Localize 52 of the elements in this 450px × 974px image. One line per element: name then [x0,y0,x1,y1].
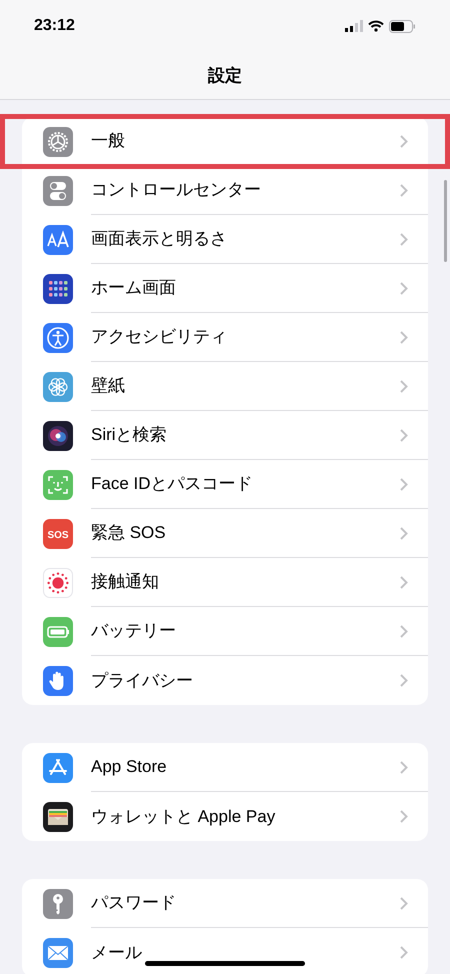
status-time: 23:12 [34,16,75,36]
setting-label[interactable]: 緊急 SOS [91,520,400,546]
chevron-icon [400,674,408,687]
orb-icon [43,420,73,450]
chevron-icon [400,428,408,442]
setting-label[interactable]: アクセシビリティ [91,324,400,350]
chevron-icon [400,232,408,246]
setting-label[interactable]: ウォレットと Apple Pay [91,804,400,830]
gear-icon [43,126,73,156]
signal-icon [345,20,363,32]
battery-icon [43,616,73,646]
chevron-icon [400,526,408,540]
setting-label[interactable]: バッテリー [91,618,400,644]
chevron-icon [400,184,408,196]
wifi-icon [368,20,384,32]
envelope-icon [43,938,73,968]
chevron-icon [400,624,408,638]
battery-status-icon [389,20,416,32]
sos-icon: SOS [43,518,73,548]
setting-label[interactable]: 一般 [91,128,400,154]
setting-label[interactable]: 画面表示と明るさ [91,226,400,252]
accessibility-icon [43,322,73,352]
toggles-icon [43,176,73,206]
setting-label[interactable]: Face IDとパスコード [91,471,400,497]
chevron-icon [400,760,408,774]
chevron-icon [400,478,408,490]
flower-icon [43,372,73,402]
chevron-icon [400,810,408,823]
setting-label[interactable]: 接触通知 [91,569,400,595]
setting-label[interactable]: コントロールセンター [91,177,400,203]
page-title: 設定 [208,64,242,87]
app-store-icon [43,752,73,782]
setting-label[interactable]: Siriと検索 [91,422,400,448]
setting-label[interactable]: メール [91,940,400,966]
chevron-icon [400,134,408,148]
text-size-icon [43,224,73,254]
chevron-icon [400,896,408,910]
setting-label[interactable]: 壁紙 [91,373,400,399]
chevron-icon [400,330,408,344]
chevron-icon [400,282,408,294]
app-grid-icon [43,274,73,304]
setting-label[interactable]: ホーム画面 [91,275,400,301]
key-icon [43,888,73,918]
hand-icon [43,666,73,696]
wallet-icon [43,802,73,832]
setting-label[interactable]: パスワード [91,890,400,916]
setting-label[interactable]: App Store [91,754,400,780]
face-icon [43,470,73,500]
chevron-icon [400,576,408,588]
chevron-icon [400,946,408,959]
setting-label[interactable]: プライバシー [91,668,400,694]
chevron-icon [400,380,408,392]
